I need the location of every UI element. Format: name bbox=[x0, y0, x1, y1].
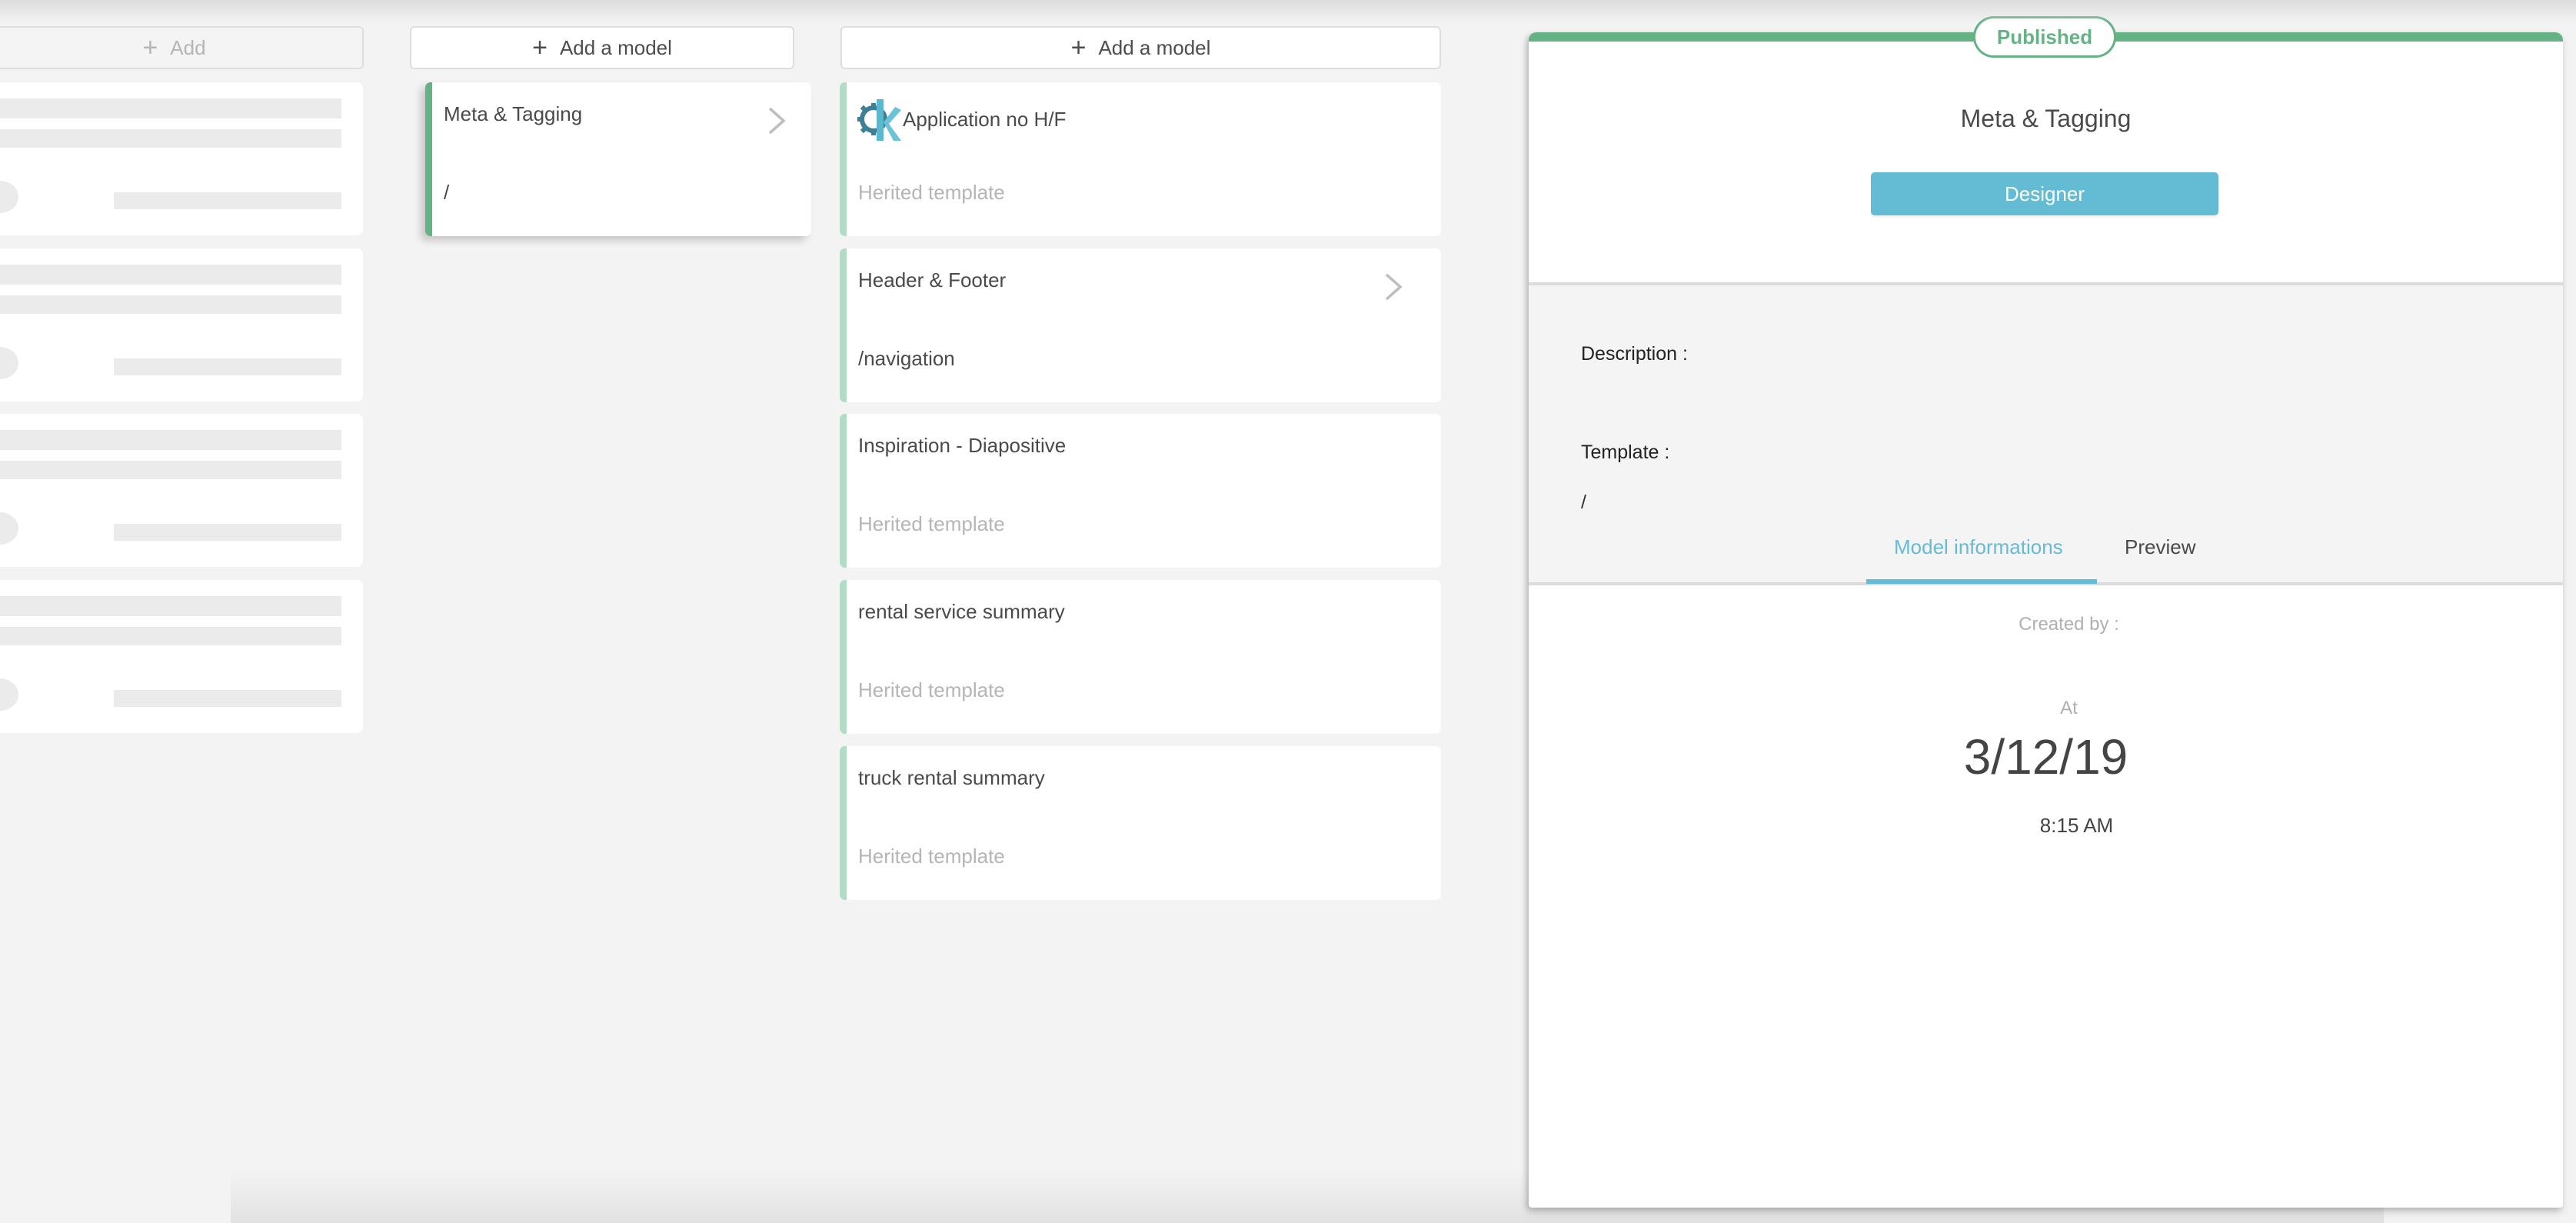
chevron-right-icon[interactable] bbox=[1382, 272, 1405, 302]
card-title: truck rental summary bbox=[858, 766, 1045, 789]
plus-icon: + bbox=[1070, 33, 1087, 62]
skeleton-line bbox=[0, 430, 341, 450]
card-subtitle: Herited template bbox=[858, 512, 1005, 535]
card-title: Application no H/F bbox=[903, 107, 1067, 131]
card-title: Meta & Tagging bbox=[444, 102, 583, 125]
skeleton-avatar bbox=[0, 512, 18, 545]
model-card-rental-service[interactable]: rental service summary Herited template bbox=[840, 580, 1441, 734]
skeleton-card bbox=[0, 580, 363, 733]
model-card-inspiration[interactable]: Inspiration - Diapositive Herited templa… bbox=[840, 414, 1441, 568]
skeleton-card bbox=[0, 82, 363, 235]
skeleton-line bbox=[114, 690, 341, 707]
model-card-truck-rental[interactable]: truck rental summary Herited template bbox=[840, 746, 1441, 900]
card-subtitle: /navigation bbox=[858, 347, 955, 370]
chevron-right-icon[interactable] bbox=[765, 105, 788, 136]
template-label: Template : bbox=[1581, 442, 1670, 463]
skeleton-card bbox=[0, 414, 363, 567]
card-title: Inspiration - Diapositive bbox=[858, 434, 1067, 457]
add-button-label: Add a model bbox=[559, 35, 672, 59]
tab-model-informations[interactable]: Model informations bbox=[1894, 535, 2063, 559]
card-title-row: Application no H/F bbox=[857, 96, 1067, 142]
model-card-header-footer[interactable]: Header & Footer /navigation bbox=[840, 248, 1441, 402]
skeleton-line bbox=[0, 295, 341, 314]
created-date: 3/12/19 bbox=[1963, 729, 2128, 785]
model-detail-panel: Published Meta & Tagging Designer Descri… bbox=[1529, 16, 2563, 1208]
skeleton-line bbox=[114, 524, 341, 541]
template-value: / bbox=[1581, 492, 1586, 513]
skeleton-line bbox=[0, 98, 341, 118]
panel-title: Meta & Tagging bbox=[1960, 105, 2132, 132]
created-time: 8:15 AM bbox=[2039, 814, 2114, 837]
card-subtitle: Herited template bbox=[858, 845, 1005, 868]
add-model-button-col2[interactable]: + Add a model bbox=[410, 26, 794, 69]
card-subtitle: Herited template bbox=[858, 678, 1005, 701]
skeleton-line bbox=[0, 461, 341, 479]
add-model-button-col3[interactable]: + Add a model bbox=[840, 26, 1441, 69]
designer-button[interactable]: Designer bbox=[1871, 172, 2218, 215]
skeleton-line bbox=[114, 358, 341, 375]
model-card-meta-tagging[interactable]: Meta & Tagging / bbox=[425, 82, 811, 236]
skeleton-line bbox=[0, 596, 341, 616]
skeleton-line bbox=[114, 192, 341, 209]
created-by-label: Created by : bbox=[2019, 614, 2119, 635]
skeleton-line bbox=[0, 129, 341, 148]
skeleton-avatar bbox=[0, 181, 18, 213]
model-card-application[interactable]: Application no H/F Herited template bbox=[840, 82, 1441, 236]
plus-icon: + bbox=[532, 33, 547, 62]
skeleton-line bbox=[0, 627, 341, 645]
card-title: rental service summary bbox=[858, 600, 1065, 623]
card-title: Header & Footer bbox=[858, 268, 1007, 292]
card-subtitle: / bbox=[444, 181, 450, 204]
top-shadow bbox=[0, 0, 2576, 23]
add-button-label: Add bbox=[170, 35, 206, 59]
at-label: At bbox=[2060, 698, 2078, 718]
skeleton-avatar bbox=[0, 678, 18, 711]
gear-k-logo-icon bbox=[857, 99, 901, 141]
description-label: Description : bbox=[1581, 343, 1688, 365]
add-button-col1[interactable]: + Add bbox=[0, 26, 364, 69]
skeleton-line bbox=[0, 265, 341, 285]
tab-preview[interactable]: Preview bbox=[2125, 535, 2195, 559]
skeleton-card bbox=[0, 248, 363, 402]
skeleton-avatar bbox=[0, 347, 18, 379]
plus-icon: + bbox=[142, 33, 158, 62]
active-tab-indicator bbox=[1866, 579, 2097, 584]
card-subtitle: Herited template bbox=[858, 181, 1005, 204]
add-button-label: Add a model bbox=[1098, 35, 1211, 59]
